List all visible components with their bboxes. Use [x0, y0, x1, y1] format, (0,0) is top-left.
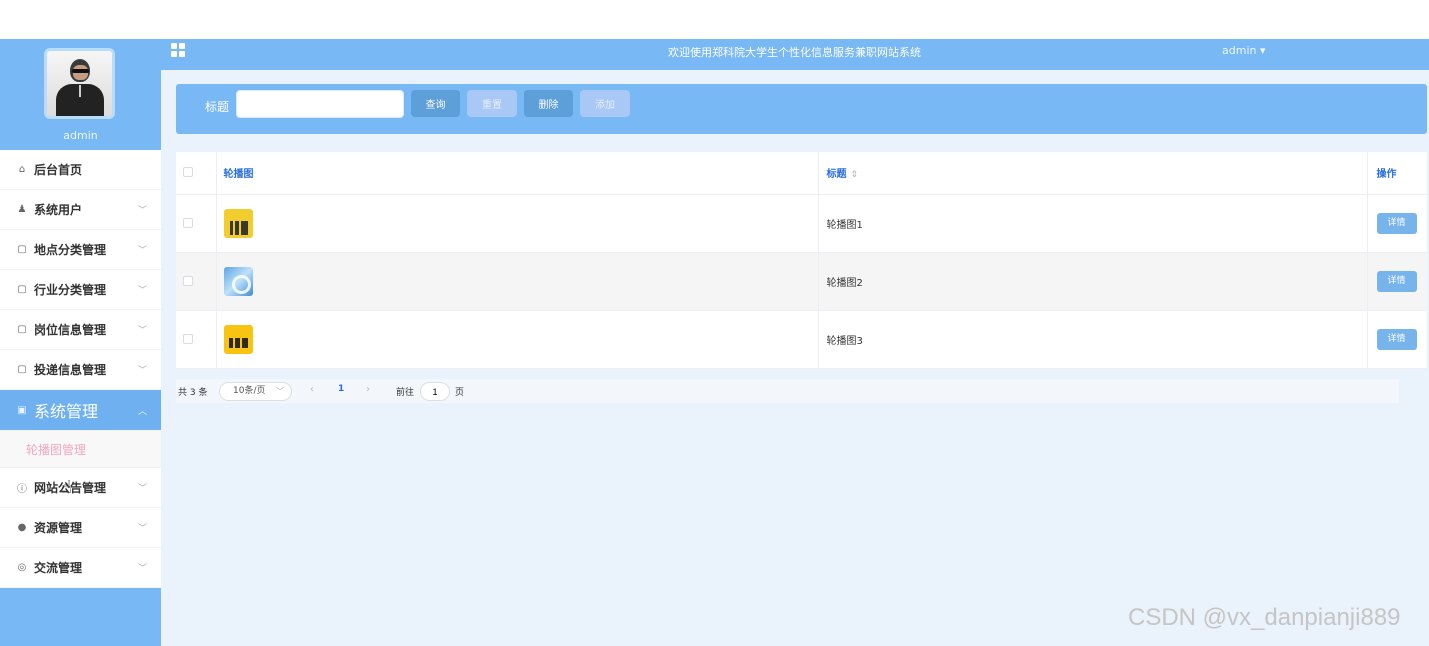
page-suffix: 页	[455, 388, 465, 398]
sidebar-menu: ⌂ 后台首页 ♟ 系统用户 ﹀ ▢ 地点分类管理 ﹀ ▢ 行业分类管理 ﹀ ▢ …	[0, 150, 161, 588]
watermark: CSDN @vx_danpianji889	[1128, 604, 1401, 631]
app-shell: admin ⌂ 后台首页 ♟ 系统用户 ﹀ ▢ 地点分类管理 ﹀ ▢ 行业分类管…	[0, 39, 1429, 646]
pin-icon: ●	[17, 522, 27, 533]
sidebar-item-label: 交流管理	[34, 561, 83, 575]
sidebar-item-label: 资源管理	[34, 521, 83, 535]
row-checkbox[interactable]	[183, 275, 193, 286]
table-row: 轮播图1 详情	[176, 194, 1427, 253]
sidebar-item-delivery-info[interactable]: ▢ 投递信息管理 ﹀	[0, 350, 161, 390]
sidebar: admin ⌂ 后台首页 ♟ 系统用户 ﹀ ▢ 地点分类管理 ﹀ ▢ 行业分类管…	[0, 39, 161, 646]
search-input[interactable]	[236, 90, 404, 118]
goto-label: 前往	[396, 388, 415, 398]
reset-button[interactable]: 重置	[467, 90, 517, 117]
detail-button[interactable]: 详情	[1376, 270, 1417, 292]
sidebar-item-resources[interactable]: ● 资源管理 ﹀	[0, 508, 161, 548]
prev-page-icon[interactable]: ‹	[310, 384, 314, 395]
detail-button[interactable]: 详情	[1376, 328, 1417, 350]
profile-name: admin	[63, 129, 98, 142]
row-checkbox[interactable]	[183, 217, 193, 228]
table-row: 轮播图3 详情	[176, 310, 1427, 369]
chevron-down-icon: ﹀	[137, 326, 147, 336]
sidebar-item-label: 后台首页	[34, 163, 83, 177]
column-header-title-label: 标题	[826, 169, 847, 181]
chevron-down-icon: ﹀	[137, 206, 147, 216]
chevron-down-icon: ﹀	[137, 524, 147, 534]
row-title: 轮播图2	[818, 252, 1368, 311]
sidebar-item-label: 地点分类管理	[34, 243, 107, 257]
pagination-total: 共 3 条	[178, 388, 208, 398]
top-bar: 欢迎使用郑科院大学生个性化信息服务兼职网站系统 admin ▾	[161, 39, 1429, 70]
home-icon: ⌂	[18, 164, 26, 175]
sidebar-item-location-category[interactable]: ▢ 地点分类管理 ﹀	[0, 230, 161, 270]
column-header-title[interactable]: 标题 ⇕	[818, 152, 1368, 195]
user-icon: ♟	[17, 204, 27, 215]
image-icon: ▣	[17, 404, 27, 416]
goto-page-input[interactable]	[420, 382, 450, 401]
search-label: 标题	[205, 100, 230, 114]
menu-grid-icon[interactable]	[171, 43, 186, 58]
table-row: 轮播图2 详情	[176, 252, 1427, 311]
folder-icon: ▢	[17, 364, 27, 375]
row-title: 轮播图1	[818, 194, 1368, 253]
next-page-icon[interactable]: ›	[366, 384, 370, 395]
sidebar-item-system-management[interactable]: ▣ 系统管理 ︿	[0, 390, 161, 431]
table-header-row: 轮播图 标题 ⇕ 操作	[176, 152, 1427, 195]
chevron-down-icon: ﹀	[137, 246, 147, 256]
sort-icon[interactable]: ⇕	[851, 170, 859, 180]
chevron-down-icon: ﹀	[137, 484, 147, 494]
chevron-down-icon: ﹀	[137, 564, 147, 574]
page-size-select[interactable]: 10条/页 ﹀	[219, 382, 292, 401]
sidebar-item-system-users[interactable]: ♟ 系统用户 ﹀	[0, 190, 161, 230]
detail-button[interactable]: 详情	[1376, 212, 1417, 234]
carousel-thumbnail	[223, 208, 253, 238]
select-all-checkbox[interactable]	[183, 167, 193, 178]
hand-cursor-icon: ☝	[61, 477, 72, 498]
carousel-thumbnail	[223, 266, 253, 296]
search-panel: 标题 查询 重置 删除 添加	[176, 84, 1427, 134]
delete-button[interactable]: 删除	[524, 90, 573, 117]
user-menu[interactable]: admin ▾	[1222, 44, 1265, 57]
query-button[interactable]: 查询	[411, 90, 460, 117]
profile-panel: admin	[0, 39, 161, 150]
data-table: 轮播图 标题 ⇕ 操作 轮播图1 详情 轮播图2 详情 轮播图3 详情	[176, 152, 1427, 369]
chevron-up-icon: ︿	[137, 406, 147, 417]
sidebar-subitem-carousel[interactable]: 轮播图管理	[0, 431, 161, 468]
sidebar-item-announcements[interactable]: ⓘ 网站公告管理 ﹀	[0, 468, 161, 508]
page-number-current[interactable]: 1	[338, 384, 344, 394]
row-checkbox[interactable]	[183, 333, 193, 344]
info-icon: ⓘ	[17, 484, 27, 495]
chevron-down-icon: ﹀	[137, 366, 147, 376]
chevron-down-icon: ﹀	[137, 286, 147, 296]
folder-icon: ▢	[17, 244, 27, 255]
column-header-image: 轮播图	[216, 152, 819, 195]
chat-icon: ◎	[17, 562, 27, 573]
add-button[interactable]: 添加	[580, 90, 630, 117]
row-title: 轮播图3	[818, 310, 1368, 369]
column-header-action: 操作	[1367, 152, 1427, 195]
site-title: 欢迎使用郑科院大学生个性化信息服务兼职网站系统	[668, 46, 921, 59]
chevron-down-icon: ﹀	[276, 387, 284, 396]
sidebar-item-label: 投递信息管理	[34, 363, 107, 377]
sidebar-item-job-info[interactable]: ▢ 岗位信息管理 ﹀	[0, 310, 161, 350]
pagination: 共 3 条 10条/页 ﹀ ‹ 1 › 前往 页	[176, 379, 1399, 403]
sidebar-item-home[interactable]: ⌂ 后台首页	[0, 150, 161, 190]
sidebar-item-label: 系统管理	[34, 402, 99, 421]
carousel-thumbnail	[223, 324, 253, 354]
avatar[interactable]	[44, 48, 115, 119]
sidebar-item-label: 系统用户	[34, 203, 83, 217]
folder-icon: ▢	[17, 284, 27, 295]
page-size-value: 10条/页	[233, 386, 266, 396]
sidebar-item-industry-category[interactable]: ▢ 行业分类管理 ﹀	[0, 270, 161, 310]
sidebar-item-label: 岗位信息管理	[34, 323, 107, 337]
sidebar-item-label: 行业分类管理	[34, 283, 107, 297]
folder-icon: ▢	[17, 324, 27, 335]
sidebar-item-communication[interactable]: ◎ 交流管理 ﹀	[0, 548, 161, 588]
